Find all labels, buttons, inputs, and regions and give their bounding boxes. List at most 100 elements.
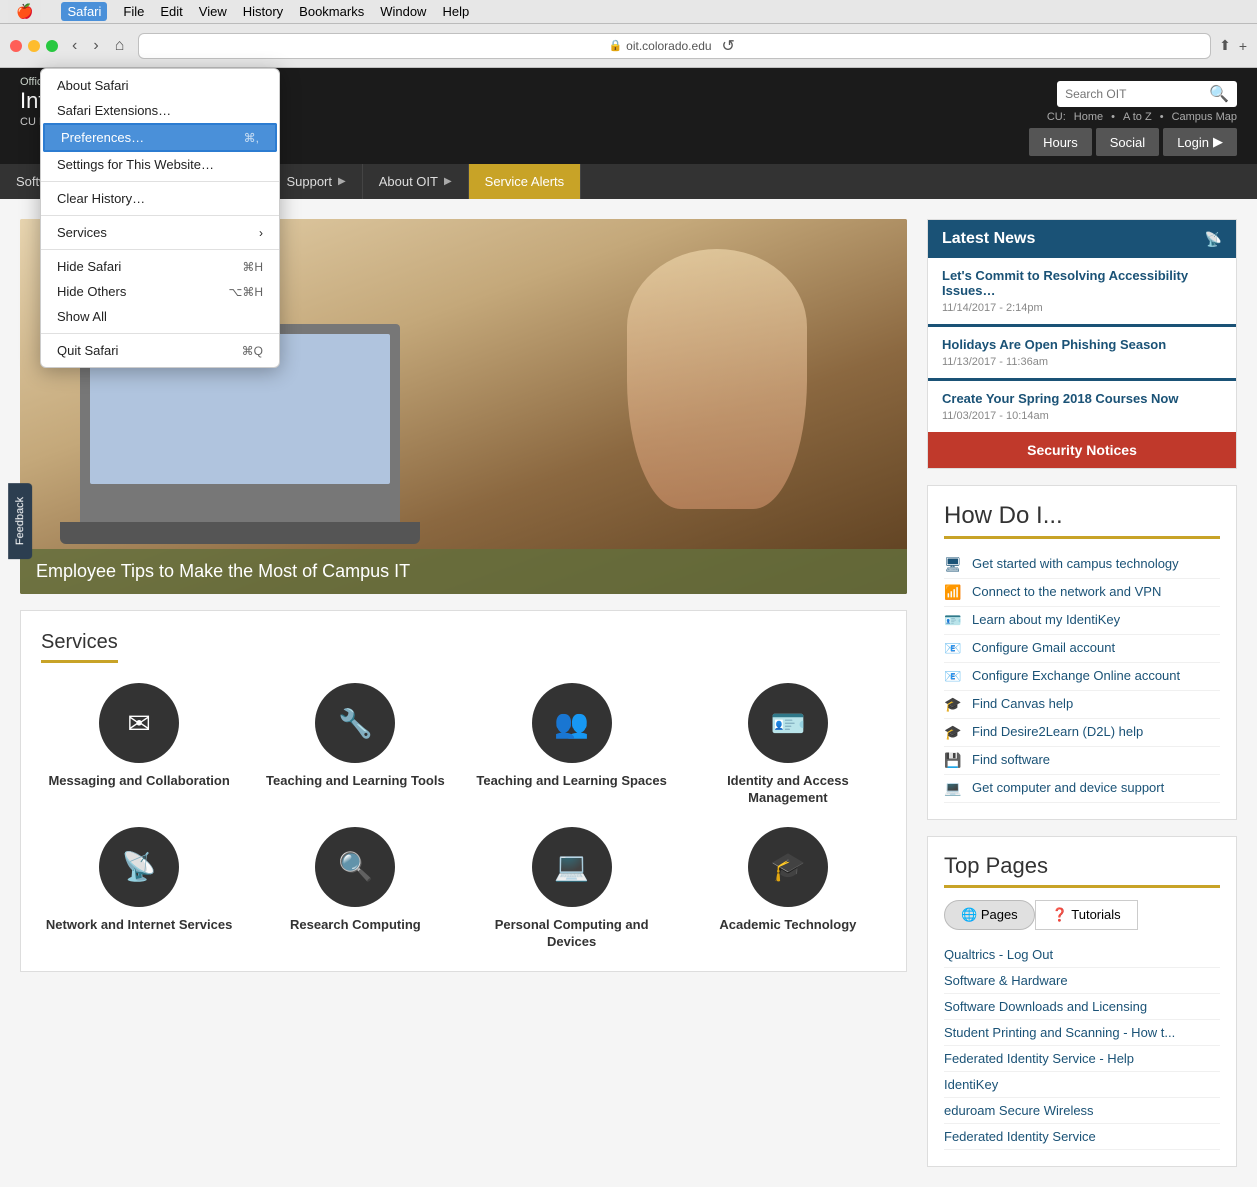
- campus-map-link[interactable]: Campus Map: [1172, 111, 1237, 123]
- news-title-2[interactable]: Holidays Are Open Phishing Season: [942, 337, 1222, 352]
- top-link-6[interactable]: IdentiKey: [944, 1072, 1220, 1098]
- view-menu[interactable]: View: [199, 4, 227, 19]
- services-arrow-icon: ›: [259, 226, 263, 240]
- search-bar[interactable]: 🔍: [1057, 81, 1237, 107]
- software-icon: 💾: [944, 752, 964, 769]
- rss-icon[interactable]: 📡: [1205, 231, 1222, 248]
- how-item-8[interactable]: 💾 Find software: [944, 747, 1220, 775]
- new-tab-button[interactable]: +: [1239, 38, 1247, 54]
- browser-nav-buttons: ‹ › ⌂: [66, 35, 130, 57]
- login-arrow-icon: ▶: [1213, 134, 1223, 150]
- nav-about-oit[interactable]: About OIT ▶: [363, 164, 469, 199]
- clear-history-item[interactable]: Clear History…: [41, 186, 279, 211]
- home-link[interactable]: Home: [1074, 111, 1103, 123]
- file-menu[interactable]: File: [123, 4, 144, 19]
- research-label: Research Computing: [290, 917, 421, 934]
- service-personal-computing[interactable]: 💻 Personal Computing and Devices: [474, 827, 670, 951]
- teaching-spaces-icon: 👥: [532, 683, 612, 763]
- how-item-5[interactable]: 📧 Configure Exchange Online account: [944, 663, 1220, 691]
- hours-button[interactable]: Hours: [1029, 128, 1092, 156]
- services-title: Services: [41, 631, 118, 663]
- minimize-window-button[interactable]: [28, 40, 40, 52]
- top-pages-title: Top Pages: [944, 853, 1220, 888]
- safari-dropdown-menu: About Safari Safari Extensions… Preferen…: [40, 68, 280, 368]
- window-menu[interactable]: Window: [380, 4, 426, 19]
- top-link-3[interactable]: Software Downloads and Licensing: [944, 994, 1220, 1020]
- share-button[interactable]: ⬆: [1219, 37, 1231, 54]
- hide-others-item[interactable]: Hide Others ⌥⌘H: [41, 279, 279, 304]
- address-bar[interactable]: 🔒 oit.colorado.edu ↺: [138, 33, 1211, 59]
- how-item-7[interactable]: 🎓 Find Desire2Learn (D2L) help: [944, 719, 1220, 747]
- nav-service-alerts[interactable]: Service Alerts: [469, 164, 581, 199]
- hide-others-shortcut: ⌥⌘H: [229, 285, 264, 299]
- how-item-9[interactable]: 💻 Get computer and device support: [944, 775, 1220, 803]
- about-safari-item[interactable]: About Safari: [41, 73, 279, 98]
- top-link-2[interactable]: Software & Hardware: [944, 968, 1220, 994]
- nav-support[interactable]: Support ▶: [270, 164, 362, 199]
- news-item-1: Let's Commit to Resolving Accessibility …: [928, 258, 1236, 327]
- service-research[interactable]: 🔍 Research Computing: [257, 827, 453, 951]
- service-messaging[interactable]: ✉ Messaging and Collaboration: [41, 683, 237, 807]
- how-item-3-label: Learn about my IdentiKey: [972, 612, 1120, 627]
- apple-menu[interactable]: 🍎: [8, 0, 41, 24]
- how-item-9-label: Get computer and device support: [972, 780, 1164, 795]
- how-item-6[interactable]: 🎓 Find Canvas help: [944, 691, 1220, 719]
- top-link-8[interactable]: Federated Identity Service: [944, 1124, 1220, 1150]
- forward-button[interactable]: ›: [87, 35, 104, 57]
- history-menu[interactable]: History: [243, 4, 283, 19]
- teaching-tools-icon: 🔧: [315, 683, 395, 763]
- reload-button[interactable]: ↺: [716, 34, 741, 58]
- preferences-shortcut: ⌘,: [244, 131, 259, 145]
- tutorials-help-icon: ❓: [1052, 907, 1068, 922]
- edit-menu[interactable]: Edit: [160, 4, 182, 19]
- top-pages-panel: Top Pages 🌐 Pages ❓ Tutorials Qualtrics …: [927, 836, 1237, 1167]
- news-title-3[interactable]: Create Your Spring 2018 Courses Now: [942, 391, 1222, 406]
- settings-for-website-item[interactable]: Settings for This Website…: [41, 152, 279, 177]
- fullscreen-window-button[interactable]: [46, 40, 58, 52]
- service-teaching-tools[interactable]: 🔧 Teaching and Learning Tools: [257, 683, 453, 807]
- safari-menu[interactable]: Safari: [61, 2, 107, 21]
- messaging-icon: ✉: [99, 683, 179, 763]
- social-button[interactable]: Social: [1096, 128, 1159, 156]
- hide-safari-shortcut: ⌘H: [242, 260, 263, 274]
- top-link-7[interactable]: eduroam Secure Wireless: [944, 1098, 1220, 1124]
- how-item-2[interactable]: 📶 Connect to the network and VPN: [944, 579, 1220, 607]
- service-identity[interactable]: 🪪 Identity and Access Management: [690, 683, 886, 807]
- service-network[interactable]: 📡 Network and Internet Services: [41, 827, 237, 951]
- hide-safari-item[interactable]: Hide Safari ⌘H: [41, 254, 279, 279]
- close-window-button[interactable]: [10, 40, 22, 52]
- tutorials-tab[interactable]: ❓ Tutorials: [1035, 900, 1138, 930]
- news-header: Latest News 📡: [928, 220, 1236, 258]
- how-item-2-label: Connect to the network and VPN: [972, 584, 1161, 599]
- search-input[interactable]: [1065, 87, 1205, 101]
- news-date-2: 11/13/2017 - 11:36am: [942, 356, 1222, 368]
- how-item-3[interactable]: 🪪 Learn about my IdentiKey: [944, 607, 1220, 635]
- top-link-5[interactable]: Federated Identity Service - Help: [944, 1046, 1220, 1072]
- top-link-1[interactable]: Qualtrics - Log Out: [944, 942, 1220, 968]
- teaching-tools-label: Teaching and Learning Tools: [266, 773, 445, 790]
- pages-tab[interactable]: 🌐 Pages: [944, 900, 1035, 930]
- security-notices-button[interactable]: Security Notices: [928, 432, 1236, 468]
- safari-extensions-item[interactable]: Safari Extensions…: [41, 98, 279, 123]
- separator-3: [41, 249, 279, 250]
- show-all-item[interactable]: Show All: [41, 304, 279, 329]
- service-academic-tech[interactable]: 🎓 Academic Technology: [690, 827, 886, 951]
- search-icon[interactable]: 🔍: [1209, 84, 1229, 104]
- news-item-2: Holidays Are Open Phishing Season 11/13/…: [928, 327, 1236, 381]
- atoz-link[interactable]: A to Z: [1123, 111, 1152, 123]
- feedback-tab[interactable]: Feedback: [8, 483, 32, 559]
- home-button[interactable]: ⌂: [109, 35, 131, 57]
- help-menu[interactable]: Help: [442, 4, 469, 19]
- services-item[interactable]: Services ›: [41, 220, 279, 245]
- bookmarks-menu[interactable]: Bookmarks: [299, 4, 364, 19]
- how-item-5-label: Configure Exchange Online account: [972, 668, 1180, 683]
- how-item-4[interactable]: 📧 Configure Gmail account: [944, 635, 1220, 663]
- quit-safari-item[interactable]: Quit Safari ⌘Q: [41, 338, 279, 363]
- news-title-1[interactable]: Let's Commit to Resolving Accessibility …: [942, 268, 1222, 298]
- how-item-1[interactable]: 🖥 Get started with campus technology: [944, 551, 1220, 579]
- top-link-4[interactable]: Student Printing and Scanning - How t...: [944, 1020, 1220, 1046]
- login-button[interactable]: Login ▶: [1163, 128, 1237, 156]
- back-button[interactable]: ‹: [66, 35, 83, 57]
- service-teaching-spaces[interactable]: 👥 Teaching and Learning Spaces: [474, 683, 670, 807]
- preferences-item[interactable]: Preferences… ⌘,: [43, 123, 277, 152]
